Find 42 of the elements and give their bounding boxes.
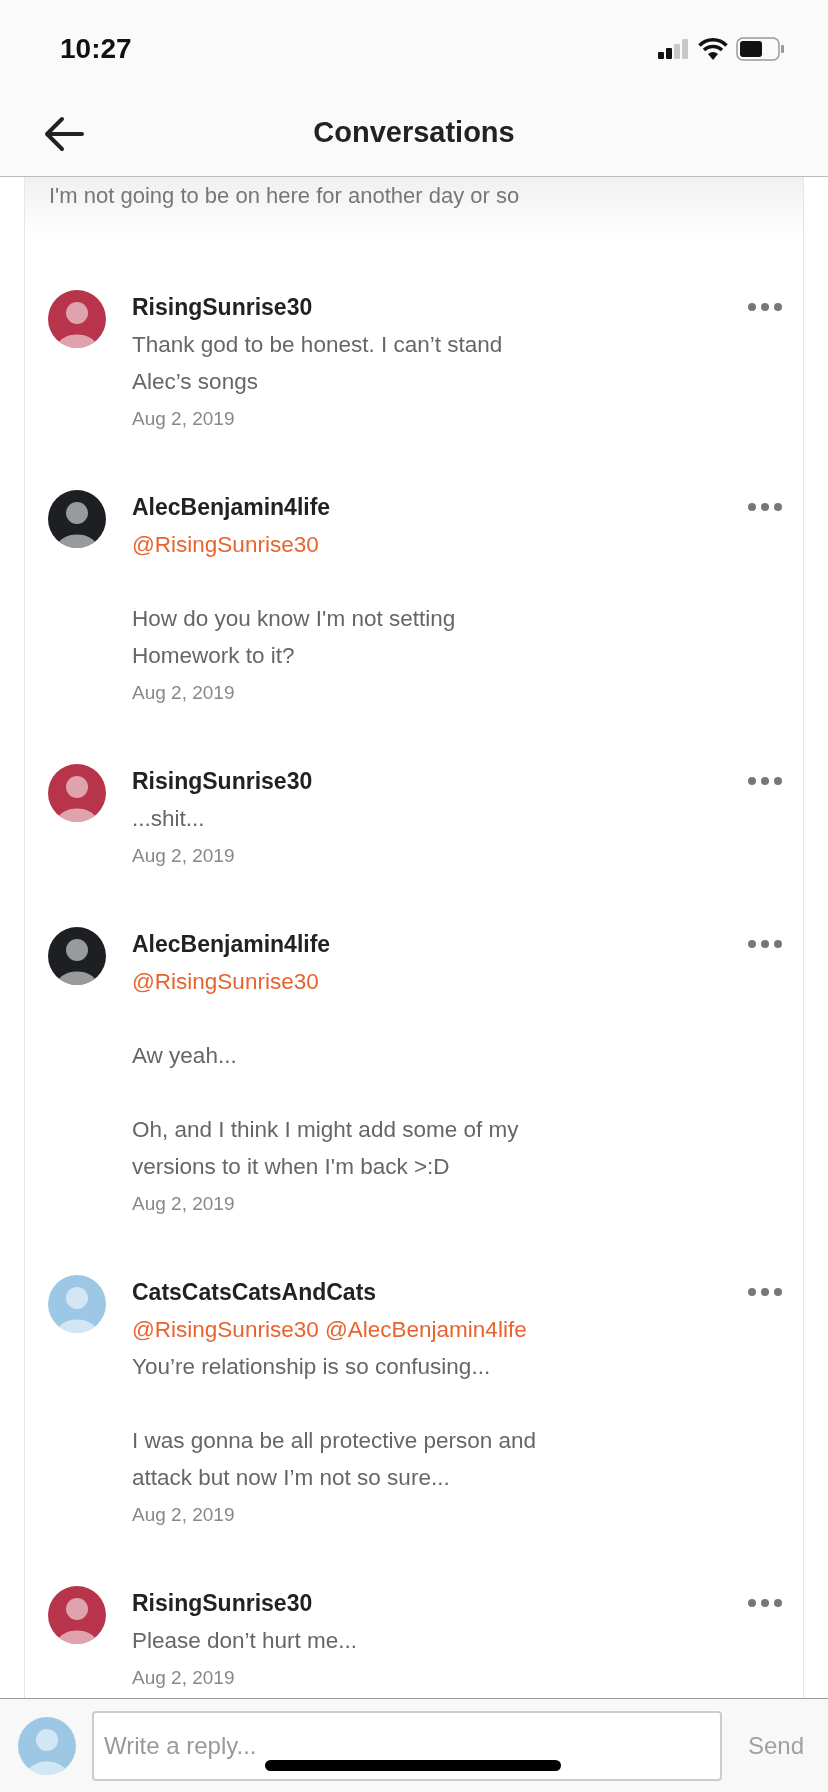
author-name: RisingSunrise30	[132, 767, 314, 796]
mention-link[interactable]: @RisingSunrise30	[132, 1317, 319, 1342]
mention-link[interactable]: @RisingSunrise30	[132, 969, 319, 994]
more-options-icon[interactable]	[747, 1597, 783, 1609]
mention-link[interactable]: @RisingSunrise30	[132, 532, 319, 557]
more-options-icon[interactable]	[747, 501, 783, 513]
more-options-icon[interactable]	[747, 301, 783, 313]
comment-text: Thank god to be honest. I can’t stand	[132, 331, 504, 359]
author-name: AlecBenjamin4life	[132, 930, 332, 959]
author-name: CatsCatsCatsAndCats	[132, 1278, 378, 1307]
more-options-icon[interactable]	[747, 938, 783, 950]
comment-text: Homework to it?	[132, 642, 296, 670]
comment-date: Aug 2, 2019	[132, 407, 236, 431]
more-options-icon[interactable]	[747, 1286, 783, 1298]
reply-field[interactable]: Write a reply...	[92, 1710, 722, 1781]
comment-text: Oh, and I think I might add some of my	[132, 1116, 520, 1144]
comment-date: Aug 2, 2019	[132, 1503, 236, 1527]
page-title: Conversations	[313, 115, 515, 151]
comment-text: You’re relationship is so confusing...	[132, 1353, 492, 1381]
comment-text: How do you know I'm not setting	[132, 605, 457, 633]
comment-text: ...shit...	[132, 805, 206, 833]
comment-date: Aug 2, 2019	[132, 844, 236, 868]
author-name: RisingSunrise30	[132, 1589, 314, 1618]
more-options-icon[interactable]	[747, 775, 783, 787]
mention-link[interactable]: @AlecBenjamin4life	[324, 1317, 527, 1342]
comment-date: Aug 2, 2019	[132, 681, 236, 705]
comment-text: I'm not going to be on here for another day or so	[48, 182, 521, 210]
comment-text: I was gonna be all protective person and	[132, 1427, 537, 1455]
battery-icon	[736, 37, 784, 61]
signal-icon	[658, 39, 690, 59]
comment-text: versions to it when I'm back >:D	[132, 1153, 451, 1181]
comment-date: Aug 2, 2019	[132, 1666, 236, 1690]
comment-text: Please don’t hurt me...	[132, 1627, 359, 1655]
author-name: AlecBenjamin4life	[132, 493, 332, 522]
author-name: RisingSunrise30	[132, 293, 314, 322]
comment-text: Aw yeah...	[132, 1042, 238, 1070]
status-time: 10:27	[60, 32, 132, 66]
comment-date: Aug 2, 2019	[132, 1192, 236, 1216]
comment-text: attack but now I’m not so sure...	[132, 1464, 451, 1492]
comment-text: Alec’s songs	[132, 368, 259, 396]
back-button[interactable]	[44, 116, 84, 152]
wifi-icon	[698, 38, 728, 60]
